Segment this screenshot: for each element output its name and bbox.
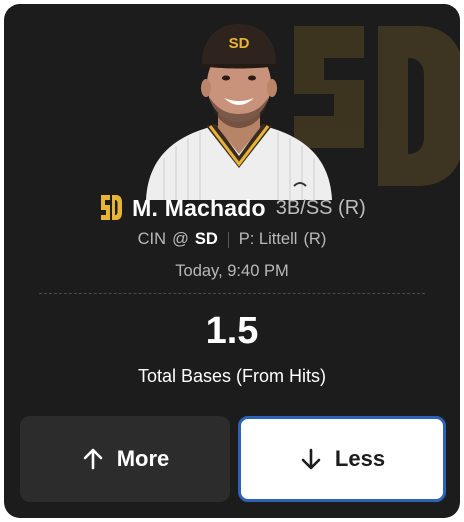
matchup-separator bbox=[227, 231, 229, 248]
opposing-pitcher: P: Littell bbox=[238, 230, 298, 248]
projection-card[interactable]: SD M. Machado 3B/SS (R) CIN @ SD P: Litt… bbox=[4, 4, 460, 518]
at-symbol: @ bbox=[172, 230, 189, 248]
player-headshot: SD bbox=[146, 24, 332, 200]
pitcher-hand: (R) bbox=[303, 230, 327, 248]
arrow-down-icon bbox=[301, 448, 321, 470]
matchup-info: CIN @ SD P: Littell (R) bbox=[4, 230, 460, 249]
player-row: M. Machado 3B/SS (R) bbox=[4, 192, 460, 224]
player-name: M. Machado bbox=[132, 194, 266, 221]
away-team: CIN bbox=[137, 230, 167, 248]
less-button[interactable]: Less bbox=[238, 416, 446, 502]
game-time: Today, 9:40 PM bbox=[175, 262, 289, 280]
player-position: 3B/SS (R) bbox=[275, 196, 366, 219]
home-team: SD bbox=[194, 230, 218, 248]
stat-type-label: Total Bases (From Hits) bbox=[137, 366, 327, 386]
dashed-divider bbox=[39, 293, 425, 294]
projection-line: 1.5 bbox=[205, 310, 259, 352]
padres-sd-logo-icon bbox=[98, 192, 124, 224]
less-button-label: Less bbox=[334, 446, 386, 471]
svg-text:SD: SD bbox=[229, 35, 250, 52]
arrow-up-icon bbox=[83, 448, 103, 470]
more-button[interactable]: More bbox=[20, 416, 230, 502]
more-button-label: More bbox=[116, 446, 170, 471]
